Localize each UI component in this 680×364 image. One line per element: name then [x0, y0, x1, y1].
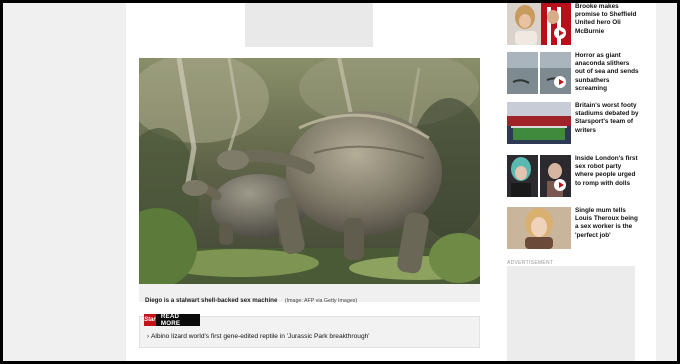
- photo-caption: Diego is a stalwart shell-backed sex mac…: [139, 284, 480, 304]
- sidebar-ad-slot[interactable]: [507, 266, 635, 361]
- play-icon: [554, 76, 566, 88]
- story-thumbnail[interactable]: [507, 3, 571, 45]
- story-thumbnail[interactable]: [507, 52, 571, 94]
- read-more-link[interactable]: › Albino lizard world's first gene-edited…: [147, 333, 370, 340]
- sidebar-story-5[interactable]: Single mum tells Louis Theroux being a s…: [507, 207, 639, 251]
- read-more-badge: Star READ MORE: [144, 313, 200, 327]
- caption-credit: (Image: AFP via Getty Images): [284, 298, 358, 304]
- chevron-right-icon: ›: [147, 334, 149, 340]
- tortoise-photo-illustration: [139, 58, 480, 284]
- caption-text: Diego is a stalwart shell-backed sex mac…: [145, 297, 278, 304]
- sidebar: Brooke makes promise to Sheffield United…: [507, 3, 639, 361]
- story-title[interactable]: Horror as giant anaconda slithers out of…: [575, 52, 639, 93]
- story-title[interactable]: Inside London's first sex robot party wh…: [575, 155, 639, 188]
- article-photo[interactable]: [139, 58, 480, 284]
- story-thumbnail[interactable]: [507, 207, 571, 249]
- browser-viewport: Diego is a stalwart shell-backed sex mac…: [3, 3, 677, 361]
- star-logo: Star: [144, 314, 156, 326]
- sidebar-story-3[interactable]: Britain's worst footy stadiums debated b…: [507, 102, 639, 146]
- story-thumbnail[interactable]: [507, 102, 571, 144]
- play-icon: [554, 27, 566, 39]
- sidebar-story-1[interactable]: Brooke makes promise to Sheffield United…: [507, 3, 639, 47]
- story-title[interactable]: Britain's worst footy stadiums debated b…: [575, 102, 639, 135]
- story-thumbnail[interactable]: [507, 155, 571, 197]
- read-more-link-text: Albino lizard world's first gene-edited …: [151, 333, 370, 340]
- read-more-box: Star READ MORE › Albino lizard world's fi…: [139, 313, 480, 348]
- sidebar-story-2[interactable]: Horror as giant anaconda slithers out of…: [507, 52, 639, 96]
- play-icon: [554, 179, 566, 191]
- read-more-label: READ MORE: [160, 313, 181, 327]
- top-ad-slot[interactable]: [245, 3, 373, 47]
- sidebar-story-4[interactable]: Inside London's first sex robot party wh…: [507, 155, 639, 199]
- story-title[interactable]: Single mum tells Louis Theroux being a s…: [575, 207, 639, 240]
- story-title[interactable]: Brooke makes promise to Sheffield United…: [575, 3, 639, 36]
